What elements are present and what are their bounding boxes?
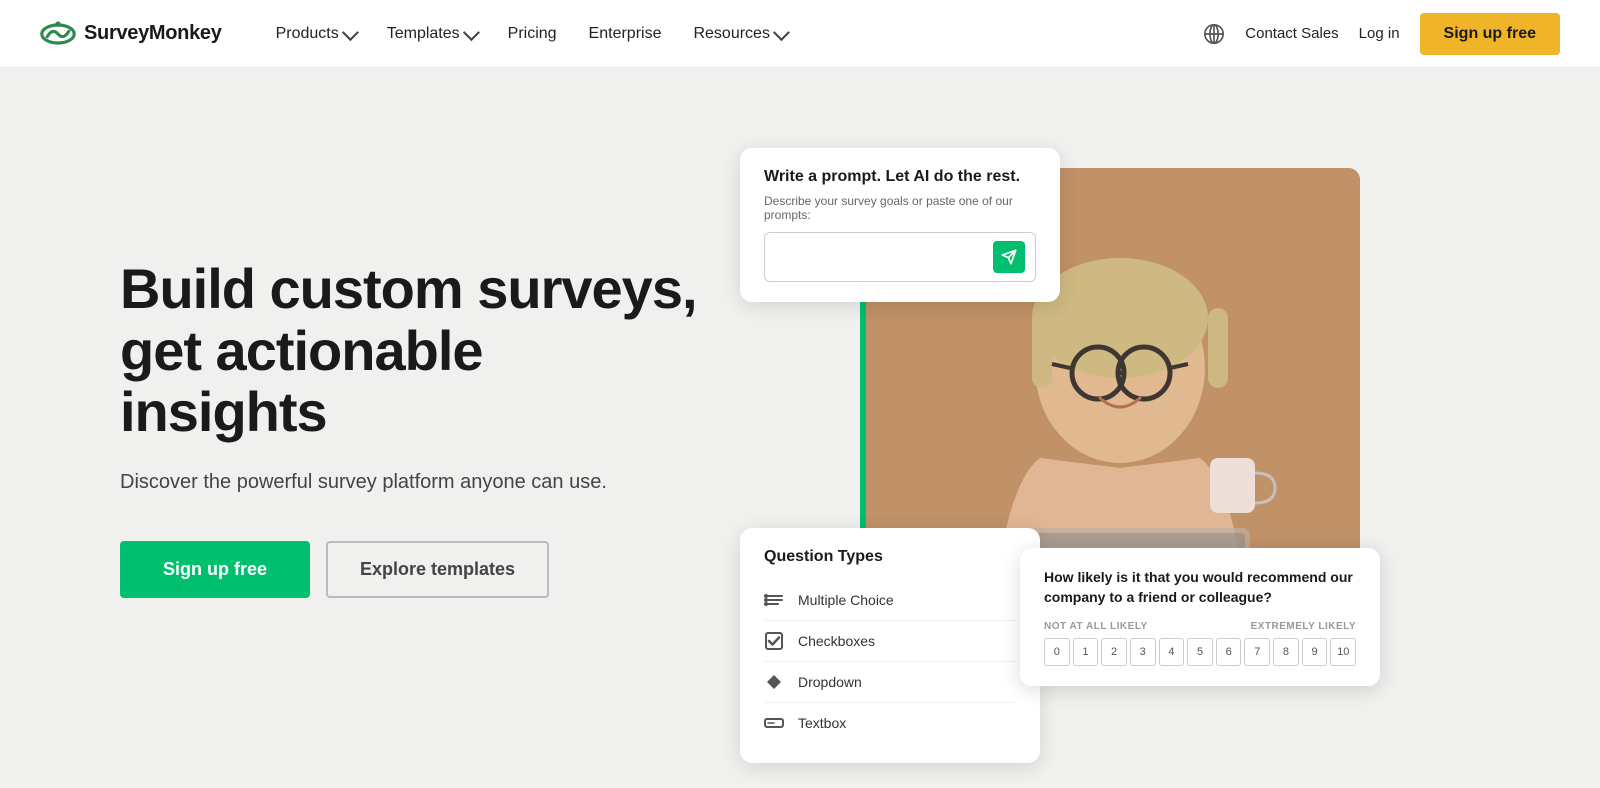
question-types-card: Question Types Multiple Choice xyxy=(740,528,1040,763)
nps-labels: NOT AT ALL LIKELY EXTREMELY LIKELY xyxy=(1044,621,1356,632)
globe-icon[interactable] xyxy=(1203,23,1225,45)
nps-cell-6[interactable]: 6 xyxy=(1216,638,1242,666)
nav-pricing[interactable]: Pricing xyxy=(494,17,571,51)
nps-question: How likely is it that you would recommen… xyxy=(1044,568,1356,607)
hero-buttons: Sign up free Explore templates xyxy=(120,541,700,598)
nps-label-right: EXTREMELY LIKELY xyxy=(1251,621,1356,632)
nav-signup-button[interactable]: Sign up free xyxy=(1420,13,1560,55)
nps-cell-8[interactable]: 8 xyxy=(1273,638,1299,666)
textbox-icon xyxy=(764,713,784,733)
nps-cell-10[interactable]: 10 xyxy=(1330,638,1356,666)
checkboxes-icon xyxy=(764,631,784,651)
logo[interactable]: SurveyMonkey xyxy=(40,20,222,48)
nps-cell-5[interactable]: 5 xyxy=(1187,638,1213,666)
nps-cell-1[interactable]: 1 xyxy=(1073,638,1099,666)
qt-multiple-choice[interactable]: Multiple Choice xyxy=(764,580,1016,621)
login-link[interactable]: Log in xyxy=(1359,25,1400,42)
nps-cell-9[interactable]: 9 xyxy=(1302,638,1328,666)
ai-card-title: Write a prompt. Let AI do the rest. xyxy=(764,168,1036,186)
ai-prompt-input[interactable] xyxy=(775,243,985,271)
logo-icon xyxy=(40,20,76,48)
hero-subtitle: Discover the powerful survey platform an… xyxy=(120,467,700,497)
nps-cell-7[interactable]: 7 xyxy=(1244,638,1270,666)
multiple-choice-icon xyxy=(764,590,784,610)
nav-resources[interactable]: Resources xyxy=(679,17,799,51)
nav-links: Products Templates Pricing Enterprise Re… xyxy=(262,17,1204,51)
hero-explore-button[interactable]: Explore templates xyxy=(326,541,549,598)
nps-card: How likely is it that you would recommen… xyxy=(1020,548,1380,686)
nps-scale: 012345678910 xyxy=(1044,638,1356,666)
qt-dropdown[interactable]: Dropdown xyxy=(764,662,1016,703)
nav-right: Contact Sales Log in Sign up free xyxy=(1203,13,1560,55)
hero-signup-button[interactable]: Sign up free xyxy=(120,541,310,598)
nps-cell-4[interactable]: 4 xyxy=(1159,638,1185,666)
hero-section: Build custom surveys, get actionable ins… xyxy=(0,68,1600,788)
dropdown-icon xyxy=(764,672,784,692)
nav-products[interactable]: Products xyxy=(262,17,369,51)
nav-enterprise[interactable]: Enterprise xyxy=(575,17,676,51)
qt-card-title: Question Types xyxy=(764,548,1016,566)
chevron-down-icon xyxy=(342,24,359,41)
qt-textbox[interactable]: Textbox xyxy=(764,703,1016,743)
ai-prompt-card: Write a prompt. Let AI do the rest. Desc… xyxy=(740,148,1060,302)
nps-cell-2[interactable]: 2 xyxy=(1101,638,1127,666)
hero-title: Build custom surveys, get actionable ins… xyxy=(120,258,700,443)
nps-cell-3[interactable]: 3 xyxy=(1130,638,1156,666)
qt-checkboxes[interactable]: Checkboxes xyxy=(764,621,1016,662)
navbar: SurveyMonkey Products Templates Pricing … xyxy=(0,0,1600,68)
send-icon xyxy=(1001,249,1017,265)
nps-cell-0[interactable]: 0 xyxy=(1044,638,1070,666)
logo-text: SurveyMonkey xyxy=(84,22,222,45)
contact-sales-link[interactable]: Contact Sales xyxy=(1245,25,1338,42)
hero-visuals: Write a prompt. Let AI do the rest. Desc… xyxy=(740,128,1520,728)
ai-input-container xyxy=(764,232,1036,282)
chevron-down-icon xyxy=(773,24,790,41)
nav-templates[interactable]: Templates xyxy=(373,17,490,51)
chevron-down-icon xyxy=(463,24,480,41)
nps-label-left: NOT AT ALL LIKELY xyxy=(1044,621,1148,632)
ai-send-button[interactable] xyxy=(993,241,1025,273)
hero-content: Build custom surveys, get actionable ins… xyxy=(120,258,700,598)
ai-card-label: Describe your survey goals or paste one … xyxy=(764,194,1036,222)
